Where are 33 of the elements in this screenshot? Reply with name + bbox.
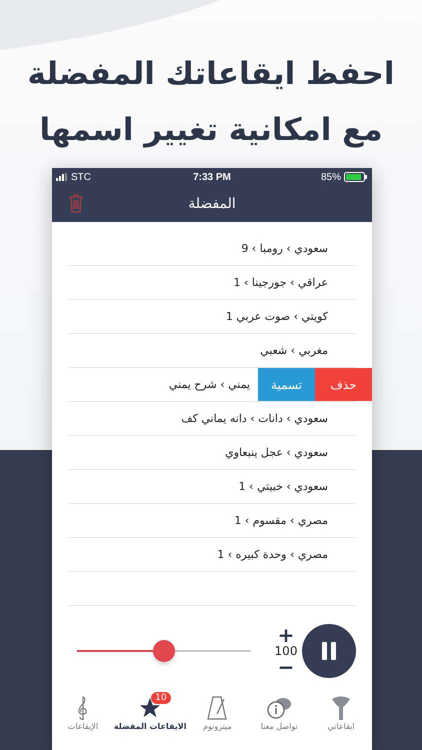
drum-icon (331, 695, 352, 721)
pause-icon (321, 642, 337, 660)
favorite-item[interactable]: عراقي › جورجينا › 1 (234, 276, 356, 289)
favorite-item[interactable]: سعودي › رومبا › 9 (241, 242, 356, 255)
decrease-button[interactable]: − (278, 658, 294, 676)
tab[interactable]: ميترونوم (186, 694, 248, 731)
favorite-item[interactable]: كويتي › صوت عربي 1 (226, 310, 356, 323)
favorite-item[interactable]: مصري › وحدة كبيره › 1 (217, 548, 356, 561)
tempo-value: 100 (274, 644, 298, 658)
increase-button[interactable]: + (278, 626, 294, 644)
metronome-icon (207, 696, 228, 720)
carrier: STC (71, 172, 91, 182)
treble-clef-icon (76, 695, 89, 721)
favorite-item[interactable]: مصري › مقسوم › 1 (234, 514, 356, 527)
nav-title: المفضلة (188, 196, 236, 212)
battery-icon (344, 172, 368, 182)
favorite-item[interactable]: سعودي › دانات › دانه يماني كف (181, 412, 356, 425)
favorite-item[interactable]: مغربي › شعبي (260, 344, 356, 357)
tab[interactable]: ايقاعاتي (310, 694, 372, 731)
tab[interactable]: تواصل معنا (248, 694, 310, 731)
chat-icon (266, 696, 292, 720)
favorite-item[interactable]: سعودي › خبيتي › 1 (238, 480, 356, 493)
favorite-item[interactable]: يمني › شرح يمني (168, 378, 258, 391)
count-badge: 10 (151, 692, 171, 704)
swipe-action-button[interactable]: حذف (315, 368, 372, 401)
headline: مع امكانية تغيير اسمها (39, 111, 383, 150)
signal-icon (56, 173, 68, 181)
favorite-item[interactable]: سعودي › عجل ينبعاوي (225, 446, 356, 459)
headline: احفظ ايقاعاتك المفضلة (28, 55, 394, 94)
pause-button[interactable] (302, 624, 356, 678)
status-time: 7:33 PM (193, 172, 231, 182)
battery-percent: 85% (320, 172, 341, 182)
tab[interactable]: الإيقاعات (52, 694, 114, 731)
